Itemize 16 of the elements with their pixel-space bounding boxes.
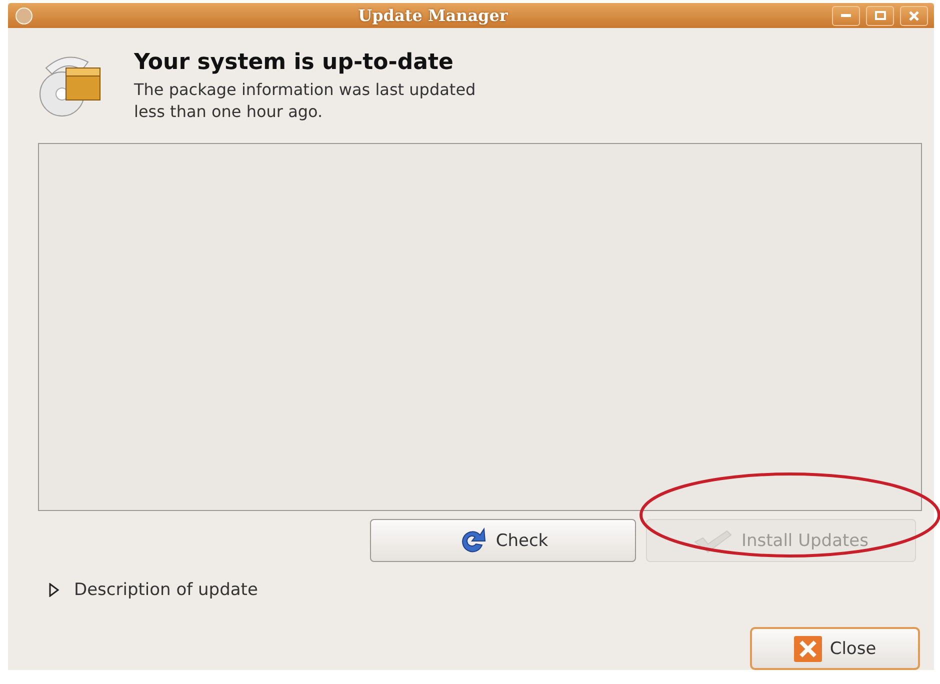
close-icon — [909, 10, 919, 20]
close-button[interactable]: Close — [750, 627, 920, 670]
check-button[interactable]: Check — [370, 519, 636, 562]
expander-arrow-icon — [48, 583, 60, 597]
checkmark-icon — [693, 528, 734, 554]
window-menu-icon[interactable] — [14, 6, 34, 24]
maximize-button[interactable] — [866, 6, 894, 26]
status-message: The package information was last updated less than one hour ago. — [134, 79, 477, 123]
window-title: Update Manager — [357, 6, 509, 25]
maximize-icon — [874, 11, 886, 20]
close-window-button[interactable] — [900, 6, 928, 26]
minimize-button[interactable] — [832, 6, 860, 26]
status-title: Your system is up-to-date — [134, 50, 454, 75]
description-expander[interactable]: Description of update — [48, 580, 258, 600]
x-icon — [794, 636, 822, 662]
minimize-icon — [841, 14, 851, 18]
